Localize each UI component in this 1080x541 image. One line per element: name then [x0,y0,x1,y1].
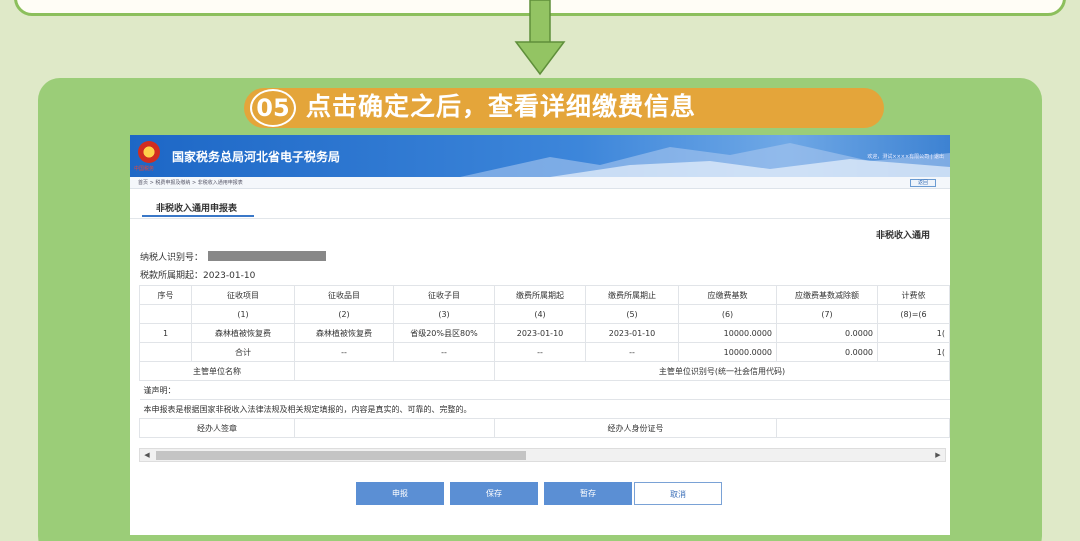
total-cell [139,342,192,362]
agent-id-value[interactable] [776,418,950,438]
row-index: 1 [139,323,192,343]
total-cell: -- [585,342,679,362]
header-cell: 应缴费基数减除额 [776,285,878,305]
agent-id-label: 经办人身份证号 [494,418,777,438]
header-cell: 序号 [139,285,192,305]
number-cell: (3) [393,304,495,324]
authority-value[interactable] [294,361,495,381]
period-start: 2023-01-10 [494,323,586,343]
header-cell: 应缴费基数 [678,285,777,305]
total-deduction: 0.0000 [776,342,878,362]
scroll-left-icon[interactable]: ◀ [141,449,153,461]
number-cell: (2) [294,304,394,324]
total-fee-basis: 1( [877,342,950,362]
declaration-text: 本申报表是根据国家非税收入法律法规及相关规定填报的，内容是真实的、可靠的、完整的… [139,399,950,419]
declaration-title-row: 谨声明： [139,380,950,400]
agent-signature-label: 经办人签章 [139,418,295,438]
step-title: 点击确定之后，查看详细缴费信息 [306,92,697,121]
table-row: 1 森林植被恢复费 森林植被恢复费 省级20%县区80% 2023-01-10 … [139,323,950,343]
tab-nontax-form[interactable]: 非税收入通用申报表 [142,193,254,217]
welcome-text[interactable]: 欢迎，测试××××有限公司 | 退出 [867,153,944,160]
levy-category: 森林植被恢复费 [294,323,394,343]
cancel-button[interactable]: 取消 [634,482,722,505]
breadcrumb-current: 非税收入通用申报表 [197,180,243,186]
period-end: 2023-01-10 [585,323,679,343]
declaration-title: 谨声明： [139,380,950,400]
base-deduction: 0.0000 [776,323,878,343]
down-arrow-icon [514,0,566,76]
number-cell: (5) [585,304,679,324]
table-number-row: (1) (2) (3) (4) (5) (6) (7) (8)=(6 [139,304,950,324]
scroll-right-icon[interactable]: ▶ [932,449,944,461]
back-button[interactable]: 返回 [910,179,936,187]
step-number: 05 [250,89,296,127]
temp-save-button[interactable]: 暂存 [544,482,632,505]
fee-base: 10000.0000 [678,323,777,343]
save-button[interactable]: 保存 [450,482,538,505]
breadcrumb-bar: 首页 > 税费申报及缴纳 > 非税收入通用申报表 返回 [130,177,950,189]
declare-button[interactable]: 申报 [356,482,444,505]
table-total-row: 合计 -- -- -- -- 10000.0000 0.0000 1( [139,342,950,362]
fee-basis: 1( [877,323,950,343]
authority-row: 主管单位名称 主管单位识别号(统一社会信用代码) [139,361,950,381]
authority-code-label: 主管单位识别号(统一社会信用代码) [494,361,950,381]
header-cell: 计费依 [877,285,950,305]
tab-divider [130,218,950,219]
breadcrumb-level1[interactable]: 税费申报及缴纳 [155,180,190,186]
breadcrumb: 首页 > 税费申报及缴纳 > 非税收入通用申报表 [138,180,243,186]
agent-signature-value[interactable] [294,418,495,438]
table-header-row: 序号 征收项目 征收品目 征收子目 缴费所属期起 缴费所属期止 应缴费基数 应缴… [139,285,950,305]
taxpayer-id-label: 纳税人识别号： [140,253,204,263]
total-fee-base: 10000.0000 [678,342,777,362]
number-cell: (8)=(6 [877,304,950,324]
total-cell: -- [494,342,586,362]
levy-subitem: 省级20%县区80% [393,323,495,343]
tax-period-label: 税款所属期起：2023-01-10 [140,271,256,281]
header-cell: 征收子目 [393,285,495,305]
total-label: 合计 [191,342,295,362]
total-cell: -- [393,342,495,362]
total-cell: -- [294,342,394,362]
screenshot-window: 中国税务 国家税务总局河北省电子税务局 欢迎，测试××××有限公司 | 退出 首… [130,135,950,535]
number-cell: (7) [776,304,878,324]
levy-item: 森林植被恢复费 [191,323,295,343]
site-header: 中国税务 国家税务总局河北省电子税务局 欢迎，测试××××有限公司 | 退出 [130,135,950,177]
site-title: 国家税务总局河北省电子税务局 [172,150,341,164]
agent-row: 经办人签章 经办人身份证号 [139,418,950,438]
emblem-caption: 中国税务 [134,166,155,172]
breadcrumb-home[interactable]: 首页 [138,180,148,186]
authority-label: 主管单位名称 [139,361,295,381]
tax-emblem-icon [138,141,160,163]
declaration-table: 序号 征收项目 征收品目 征收子目 缴费所属期起 缴费所属期止 应缴费基数 应缴… [139,285,950,438]
declaration-text-row: 本申报表是根据国家非税收入法律法规及相关规定填报的，内容是真实的、可靠的、完整的… [139,399,950,419]
horizontal-scrollbar[interactable]: ◀ ▶ [139,448,946,462]
header-cell: 缴费所属期起 [494,285,586,305]
header-cell: 征收品目 [294,285,394,305]
number-cell [139,304,192,324]
taxpayer-id-masked [208,251,326,261]
form-heading: 非税收入通用 [876,231,931,241]
scrollbar-thumb[interactable] [156,451,526,460]
header-cell: 缴费所属期止 [585,285,679,305]
number-cell: (6) [678,304,777,324]
header-cell: 征收项目 [191,285,295,305]
number-cell: (4) [494,304,586,324]
number-cell: (1) [191,304,295,324]
